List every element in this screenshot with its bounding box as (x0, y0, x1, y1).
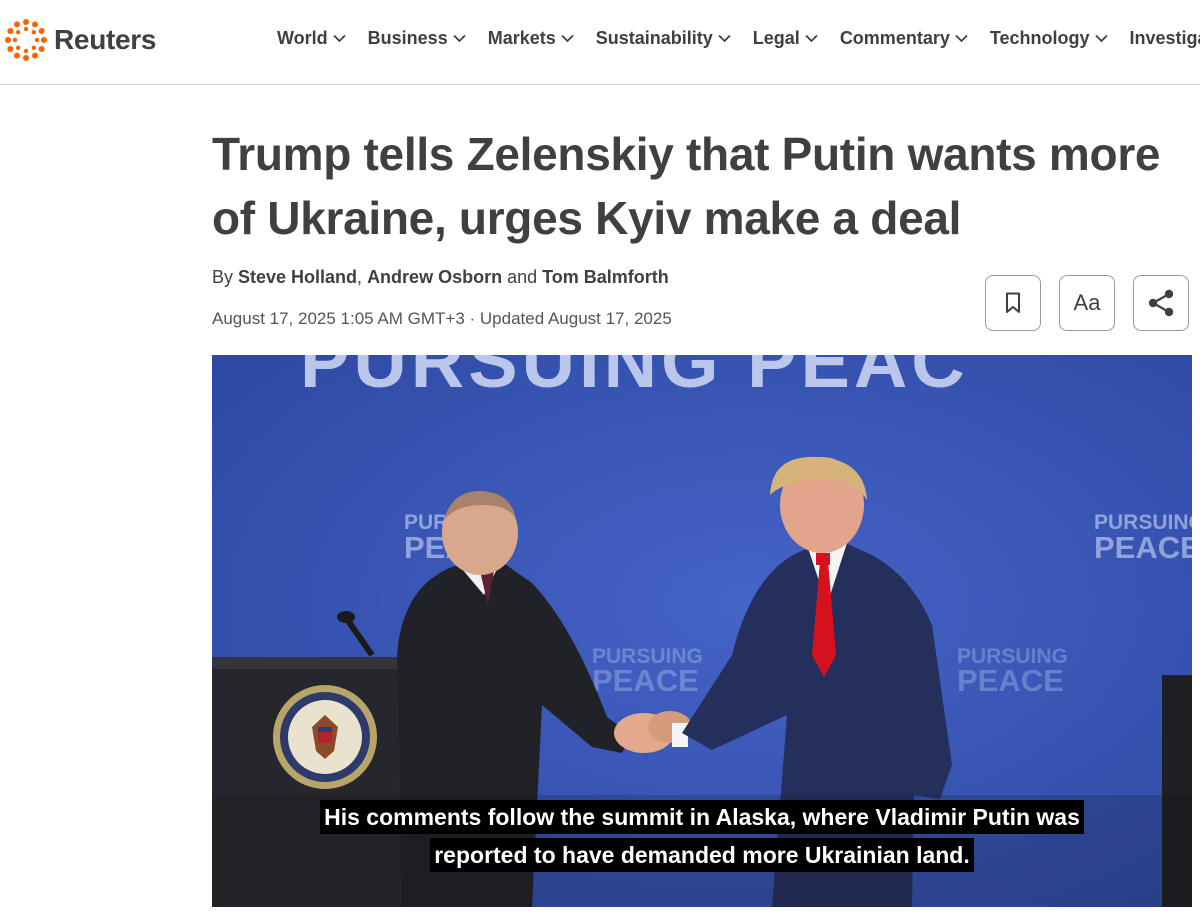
chevron-down-icon (453, 34, 466, 43)
backdrop-banner-text: PURSUING PEAC (300, 355, 969, 403)
byline: By Steve Holland, Andrew Osborn and Tom … (212, 267, 669, 288)
svg-text:PEACE: PEACE (592, 663, 699, 698)
bookmark-icon (1006, 292, 1020, 313)
caption-line: reported to have demanded more Ukrainian… (430, 838, 974, 872)
chevron-down-icon (561, 34, 574, 43)
video-caption: His comments follow the summit in Alaska… (212, 800, 1192, 876)
brand-name: Reuters (54, 24, 157, 55)
nav-item-technology[interactable]: Technology (990, 28, 1108, 49)
caption-line: His comments follow the summit in Alaska… (320, 800, 1084, 834)
nav-item-label: World (277, 28, 328, 48)
nav-item-commentary[interactable]: Commentary (840, 28, 968, 49)
nav-item-label: Legal (752, 28, 800, 48)
nav-item-investigations[interactable]: Investigat (1130, 28, 1200, 49)
text-size-button[interactable]: Aa (1059, 275, 1115, 331)
byline-separator: , (357, 267, 368, 287)
chevron-down-icon (955, 34, 968, 43)
main-nav: World Business Markets Sustainability Le… (277, 28, 1200, 49)
backdrop-logo: PURSUING PEACE (957, 645, 1068, 698)
backdrop-logo: PURSUING PEACE (1094, 511, 1192, 565)
nav-item-legal[interactable]: Legal (753, 28, 818, 49)
reuters-logo[interactable]: Reuters (4, 18, 156, 62)
nav-item-business[interactable]: Business (368, 28, 466, 49)
nav-item-label: Business (367, 28, 448, 48)
author-link[interactable]: Steve Holland (238, 267, 357, 287)
chevron-down-icon (805, 34, 818, 43)
author-link[interactable]: Andrew Osborn (367, 267, 502, 287)
author-link[interactable]: Tom Balmforth (542, 267, 669, 287)
chevron-down-icon (718, 34, 731, 43)
chevron-down-icon (333, 34, 346, 43)
byline-conjunction: and (502, 267, 543, 287)
nav-item-label: Investigat (1129, 28, 1200, 48)
article-tools: Aa (985, 275, 1189, 331)
nav-item-label: Sustainability (595, 28, 713, 48)
article-dateline: August 17, 2025 1:05 AM GMT+3 · Updated … (212, 309, 672, 328)
backdrop-logo: PURSUING PEACE (592, 645, 703, 698)
chevron-down-icon (1094, 34, 1108, 43)
article-headline: Trump tells Zelenskiy that Putin wants m… (212, 128, 1161, 244)
nav-item-markets[interactable]: Markets (488, 28, 574, 49)
nav-item-label: Technology (989, 28, 1090, 48)
site-header: Reuters World Business Markets Sustainab… (0, 0, 1200, 85)
share-icon (1148, 289, 1174, 317)
handshake (614, 711, 692, 753)
nav-item-label: Markets (487, 28, 556, 48)
text-size-label: Aa (1073, 290, 1101, 315)
bookmark-button[interactable] (985, 275, 1041, 331)
share-button[interactable] (1133, 275, 1189, 331)
nav-item-sustainability[interactable]: Sustainability (596, 28, 731, 49)
nav-item-label: Commentary (839, 28, 950, 48)
byline-prefix: By (212, 267, 239, 287)
svg-text:PEACE: PEACE (957, 663, 1064, 698)
svg-text:PEACE: PEACE (1094, 530, 1192, 565)
article-video-player[interactable]: PURSUING PEAC PURSUING PEACE PURSUING PE… (212, 355, 1192, 907)
reuters-logo-icon (5, 19, 47, 61)
nav-item-world[interactable]: World (277, 28, 346, 49)
